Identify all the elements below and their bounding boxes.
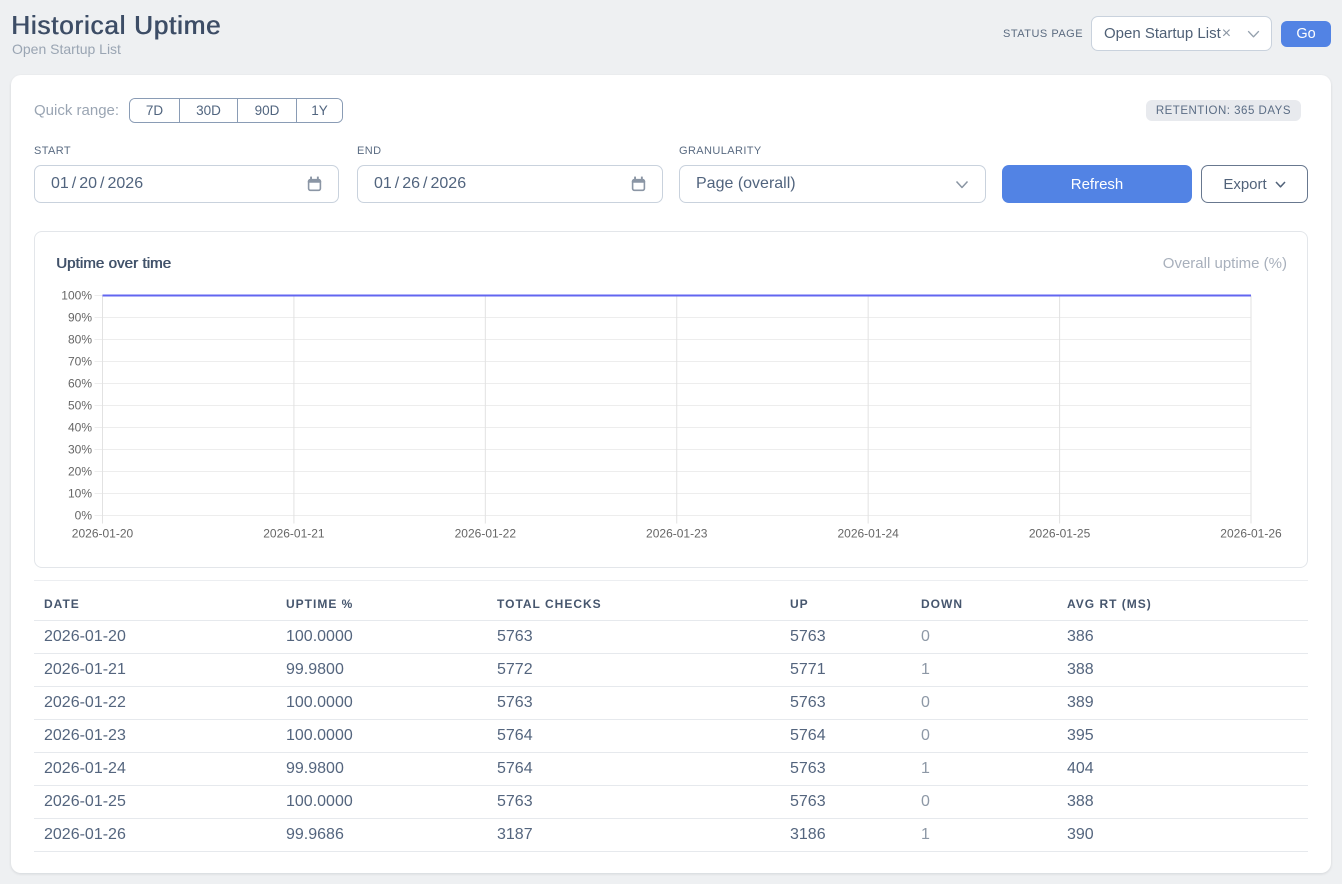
svg-text:100%: 100% — [61, 289, 92, 303]
svg-text:2026-01-25: 2026-01-25 — [1029, 527, 1091, 541]
svg-text:80%: 80% — [68, 333, 92, 347]
svg-text:0%: 0% — [75, 509, 93, 523]
svg-text:2026-01-21: 2026-01-21 — [263, 527, 325, 541]
svg-text:2026-01-24: 2026-01-24 — [837, 527, 899, 541]
svg-text:90%: 90% — [68, 311, 92, 325]
svg-text:20%: 20% — [68, 465, 92, 479]
svg-text:2026-01-23: 2026-01-23 — [646, 527, 708, 541]
svg-text:2026-01-22: 2026-01-22 — [455, 527, 517, 541]
svg-text:2026-01-20: 2026-01-20 — [72, 527, 134, 541]
svg-text:40%: 40% — [68, 421, 92, 435]
svg-text:50%: 50% — [68, 399, 92, 413]
svg-text:60%: 60% — [68, 377, 92, 391]
svg-text:30%: 30% — [68, 443, 92, 457]
svg-text:10%: 10% — [68, 487, 92, 501]
svg-text:70%: 70% — [68, 355, 92, 369]
svg-text:2026-01-26: 2026-01-26 — [1220, 527, 1282, 541]
